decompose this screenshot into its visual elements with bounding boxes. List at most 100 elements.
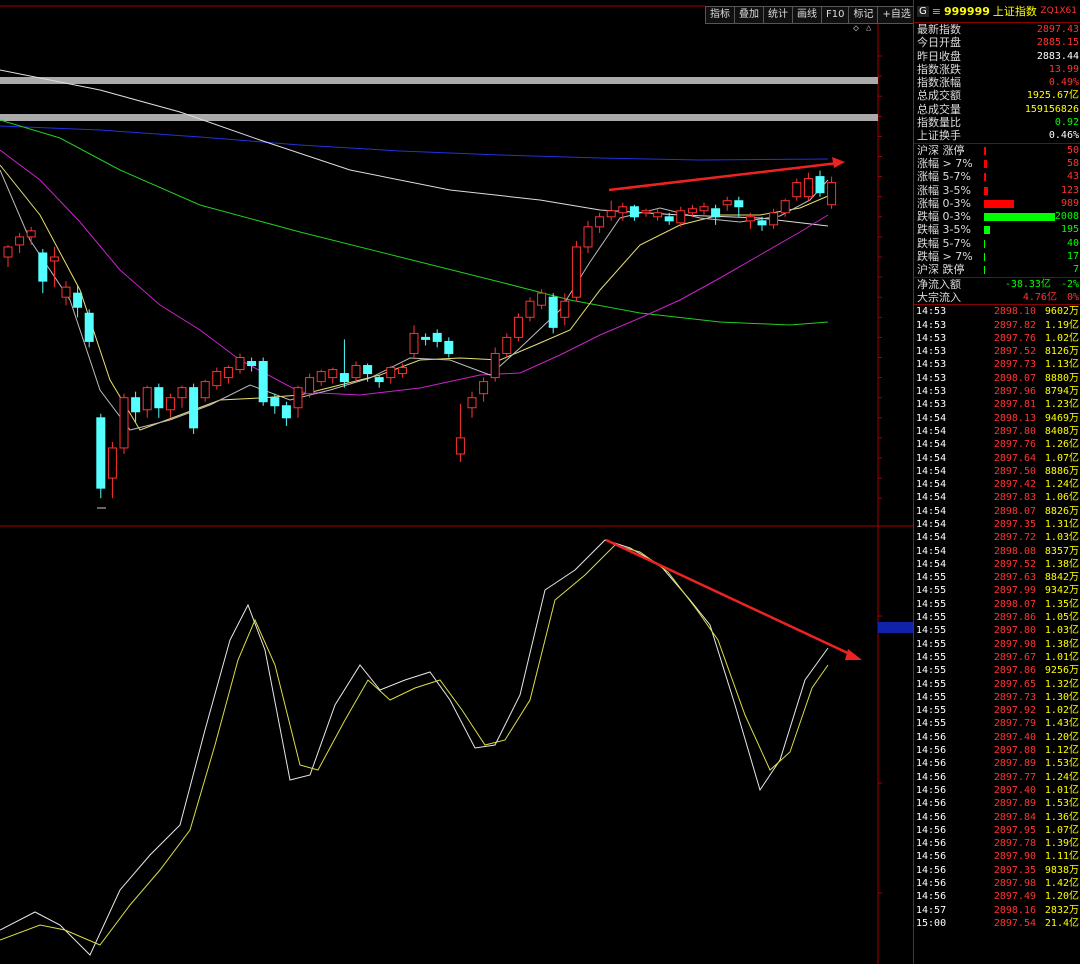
stat-row: 指数涨跌 13.99 bbox=[914, 63, 1080, 76]
tick-amount: 8408万 bbox=[1044, 425, 1079, 437]
tick-amount: 1.02亿 bbox=[1044, 705, 1079, 717]
stat-row: 指数量比 0.92 bbox=[914, 116, 1080, 129]
candle-body bbox=[502, 336, 512, 354]
tick-price: 2897.64 bbox=[993, 452, 1036, 464]
tick-list[interactable]: 14:53 2898.10 9602万 14:53 2897.82 1.19亿 14:53 2… bbox=[914, 304, 1080, 930]
panel-header: G ≡ 999999 上证指数 ZQ1X61 bbox=[914, 0, 1080, 23]
tick-amount: 8826万 bbox=[1044, 505, 1079, 517]
stat-label: 指数涨跌 bbox=[917, 62, 961, 76]
chart-area[interactable]: 指标 叠加 统计 画线 F10 标记 +自选 返回 ◇ △ bbox=[0, 0, 945, 964]
tick-price: 2897.95 bbox=[993, 824, 1036, 836]
tick-time: 14:56 bbox=[916, 864, 947, 876]
panel-tag: ZQ1X61 bbox=[1040, 6, 1077, 16]
tick-row: 14:55 2898.07 1.35亿 bbox=[914, 598, 1080, 611]
candle-body bbox=[676, 210, 686, 224]
tick-time: 14:56 bbox=[916, 771, 947, 783]
tick-row: 14:56 2897.49 1.20亿 bbox=[914, 890, 1080, 903]
toolbar-overlay-button[interactable]: 叠加 bbox=[735, 7, 764, 23]
toolbar-draw-button[interactable]: 画线 bbox=[793, 7, 822, 23]
candle-body bbox=[525, 300, 535, 318]
tick-price: 2897.52 bbox=[993, 558, 1036, 570]
tick-price: 2897.73 bbox=[993, 359, 1036, 371]
tick-row: 14:54 2897.64 1.07亿 bbox=[914, 452, 1080, 465]
tick-price: 2897.35 bbox=[993, 864, 1036, 876]
tick-amount: 1.19亿 bbox=[1044, 319, 1079, 331]
tick-time: 14:54 bbox=[916, 492, 947, 504]
tick-time: 14:55 bbox=[916, 612, 947, 624]
tick-price: 2897.88 bbox=[993, 745, 1036, 757]
breadth-bar bbox=[984, 186, 988, 195]
breadth-value: 58 bbox=[1066, 157, 1079, 169]
tick-time: 14:53 bbox=[916, 346, 947, 358]
toolbar-stats-button[interactable]: 统计 bbox=[764, 7, 793, 23]
tick-amount: 1.43亿 bbox=[1044, 718, 1079, 730]
breadth-row: 跌幅 > 7% 17 bbox=[914, 250, 1080, 263]
kdj-k-line bbox=[0, 539, 829, 956]
tick-time: 14:54 bbox=[916, 518, 947, 530]
tick-row: 14:54 2897.50 8886万 bbox=[914, 465, 1080, 478]
tick-price: 2897.77 bbox=[993, 771, 1036, 783]
tick-amount: 1.20亿 bbox=[1044, 731, 1079, 743]
tick-time: 14:54 bbox=[916, 439, 947, 451]
tick-time: 14:53 bbox=[916, 372, 947, 384]
candle-body bbox=[351, 365, 361, 379]
toolbar-f10-button[interactable]: F10 bbox=[822, 7, 850, 23]
candle-body bbox=[363, 365, 373, 375]
flow-label: 大宗流入 bbox=[917, 290, 961, 304]
diamond-icon[interactable]: ◇ bbox=[853, 23, 859, 34]
candle-body bbox=[49, 256, 59, 262]
tick-time: 14:54 bbox=[916, 479, 947, 491]
stat-label: 今日开盘 bbox=[917, 36, 961, 50]
tick-price: 2897.90 bbox=[993, 851, 1036, 863]
candle-body bbox=[73, 292, 83, 308]
flow-pct: -2% bbox=[1060, 278, 1079, 290]
group-badge[interactable]: G bbox=[917, 5, 929, 17]
stat-label: 昨日收盘 bbox=[917, 49, 961, 63]
flow-label: 净流入额 bbox=[917, 277, 961, 291]
tick-row: 14:57 2898.16 2832万 bbox=[914, 904, 1080, 917]
tick-price: 2897.80 bbox=[993, 625, 1036, 637]
toolbar-watchlist-button[interactable]: +自选 bbox=[878, 7, 916, 23]
menu-icon[interactable]: ≡ bbox=[932, 5, 941, 18]
tick-price: 2897.65 bbox=[993, 678, 1036, 690]
tick-amount: 1.24亿 bbox=[1044, 771, 1079, 783]
tick-row: 14:56 2897.35 9838万 bbox=[914, 864, 1080, 877]
tick-amount: 9602万 bbox=[1044, 306, 1079, 318]
candle-body bbox=[131, 397, 141, 413]
tick-amount: 8842万 bbox=[1044, 572, 1079, 584]
tick-price: 2897.76 bbox=[993, 332, 1036, 344]
candle-body bbox=[687, 208, 697, 214]
tick-price: 2898.07 bbox=[993, 505, 1036, 517]
candle-body bbox=[641, 210, 651, 214]
breadth-row: 涨幅 3-5% 123 bbox=[914, 184, 1080, 197]
toolbar-indicator-button[interactable]: 指标 bbox=[706, 7, 735, 23]
toolbar-mark-button[interactable]: 标记 bbox=[849, 7, 879, 23]
up-arrow-icon[interactable]: △ bbox=[866, 23, 871, 33]
candle-body bbox=[119, 397, 129, 449]
tick-row: 14:53 2897.96 8794万 bbox=[914, 385, 1080, 398]
tick-amount: 9256万 bbox=[1044, 665, 1079, 677]
breadth-label: 涨幅 3-5% bbox=[917, 183, 971, 197]
tick-amount: 1.03亿 bbox=[1044, 625, 1079, 637]
tick-amount: 2832万 bbox=[1044, 904, 1079, 916]
tick-time: 14:56 bbox=[916, 838, 947, 850]
breadth-bar bbox=[984, 173, 986, 182]
tick-time: 14:55 bbox=[916, 665, 947, 677]
trend-arrowhead-down bbox=[845, 649, 862, 660]
chart-canvas[interactable] bbox=[0, 0, 913, 964]
candle-body bbox=[490, 352, 500, 379]
tick-price: 2897.54 bbox=[993, 917, 1036, 929]
tick-amount: 8880万 bbox=[1044, 372, 1079, 384]
breadth-row: 沪深 跌停 7 bbox=[914, 263, 1080, 276]
candle-body bbox=[386, 367, 396, 379]
breadth-bar bbox=[984, 253, 985, 262]
flow-list: 净流入额 -38.33亿 -2% 大宗流入 4.76亿 0% bbox=[914, 276, 1080, 305]
tick-row: 14:54 2897.80 8408万 bbox=[914, 425, 1080, 438]
tick-amount: 1.23亿 bbox=[1044, 399, 1079, 411]
candle-body bbox=[537, 292, 547, 306]
tick-row: 14:54 2898.08 8357万 bbox=[914, 545, 1080, 558]
tick-amount: 1.05亿 bbox=[1044, 612, 1079, 624]
candle-body bbox=[583, 226, 593, 248]
candle-body bbox=[189, 387, 199, 429]
candle-body bbox=[629, 206, 639, 218]
